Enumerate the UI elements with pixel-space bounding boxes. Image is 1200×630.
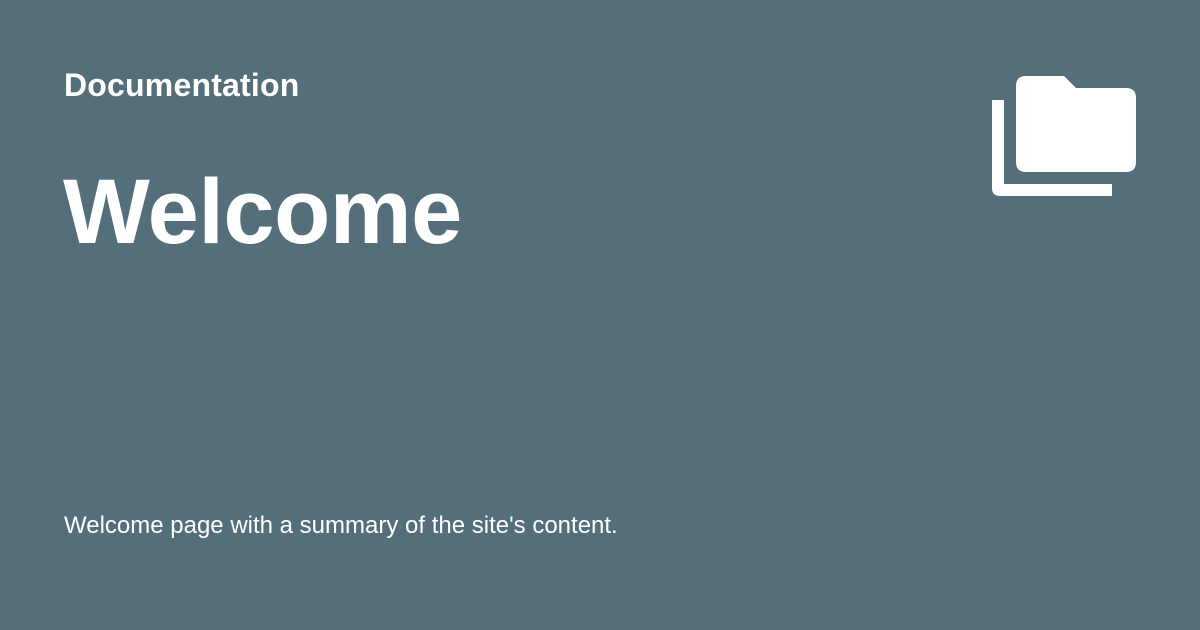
social-card: Documentation Welcome Welcome page with … [0,0,1200,630]
page-description: Welcome page with a summary of the site'… [64,512,618,539]
folder-front [1016,76,1136,172]
folder-multiple-icon [992,76,1136,196]
page-title: Welcome [63,161,462,263]
site-name: Documentation [64,67,300,103]
